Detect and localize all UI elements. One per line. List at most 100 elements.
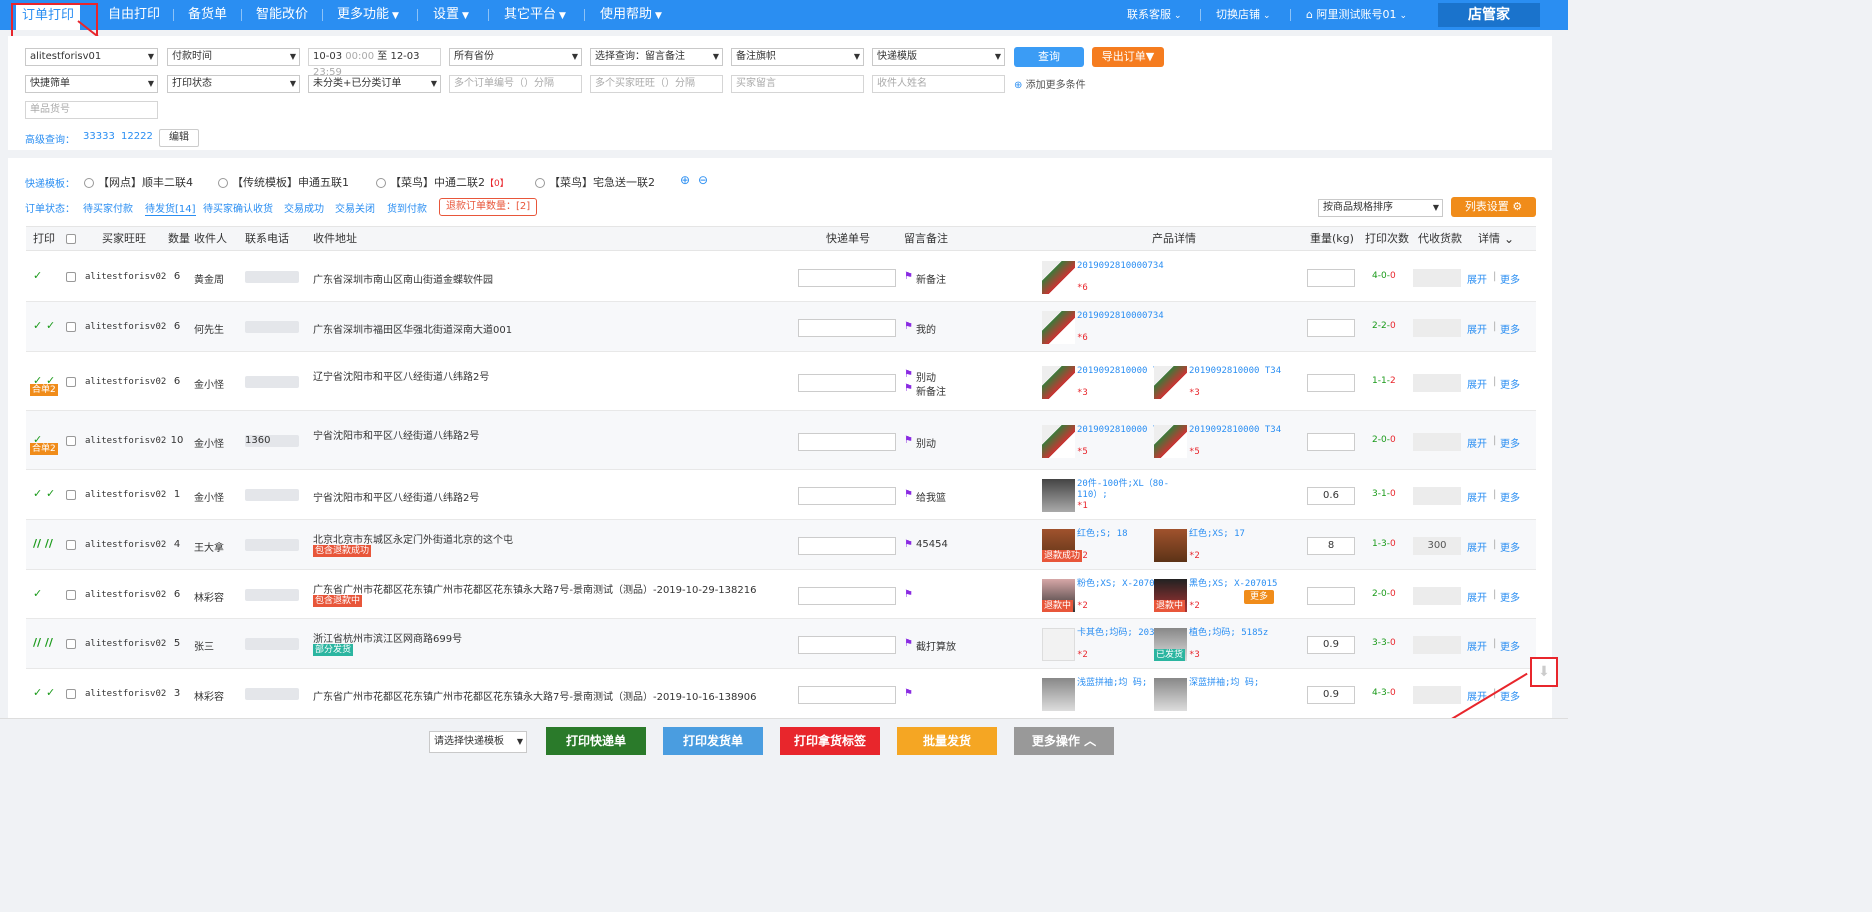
more-products-button[interactable]: 更多 xyxy=(1244,590,1275,604)
tab-more-functions[interactable]: 更多功能 ▼ xyxy=(337,0,399,30)
template-option[interactable]: 【网点】顺丰二联4 xyxy=(84,174,193,190)
express-number-input[interactable] xyxy=(798,374,896,392)
add-template-icon[interactable]: ⊕ xyxy=(680,173,690,187)
more-link[interactable]: 更多 xyxy=(1500,539,1520,554)
template-select[interactable]: 请选择快递模板 ▼ xyxy=(429,731,527,753)
product-spec[interactable]: 植色;均码; 5185z xyxy=(1189,628,1299,639)
weight-input[interactable] xyxy=(1307,269,1355,287)
product-spec[interactable]: 2019092810000 T34 xyxy=(1189,366,1299,377)
weight-input[interactable]: 0.9 xyxy=(1307,636,1355,654)
row-checkbox[interactable] xyxy=(66,272,76,282)
category-select[interactable]: 未分类+已分类订单 ▼ xyxy=(308,75,441,93)
template-option[interactable]: 【菜鸟】中通二联2【0】 xyxy=(376,174,509,190)
account-menu[interactable]: ⌂ 阿里测试账号01 ⌄ xyxy=(1306,0,1407,30)
more-link[interactable]: 更多 xyxy=(1500,489,1520,504)
status-tab[interactable]: 交易关闭 xyxy=(335,200,375,215)
tab-smart-price[interactable]: 智能改价 xyxy=(256,0,308,30)
weight-input[interactable]: 0.9 xyxy=(1307,686,1355,704)
scroll-down-icon[interactable]: ⬇ xyxy=(1530,657,1558,687)
weight-input[interactable] xyxy=(1307,587,1355,605)
product-thumbnail[interactable] xyxy=(1154,425,1187,458)
expand-link[interactable]: 展开 xyxy=(1467,589,1487,604)
more-link[interactable]: 更多 xyxy=(1500,589,1520,604)
edit-button[interactable]: 编辑 xyxy=(159,129,199,147)
expand-link[interactable]: 展开 xyxy=(1467,539,1487,554)
product-thumbnail[interactable] xyxy=(1042,261,1075,294)
template-option[interactable]: 【传统模板】申通五联1 xyxy=(218,174,349,190)
product-spec[interactable]: 20件-100件;XL（80-110）; xyxy=(1077,479,1187,501)
flag-icon[interactable]: ⚑ xyxy=(904,369,913,380)
flag-icon[interactable]: ⚑ xyxy=(904,435,913,446)
sku-number-input[interactable]: 单品货号 xyxy=(25,101,158,119)
express-number-input[interactable] xyxy=(798,587,896,605)
flag-icon[interactable]: ⚑ xyxy=(904,321,913,332)
time-type-select[interactable]: 付款时间 ▼ xyxy=(167,48,300,66)
flag-icon[interactable]: ⚑ xyxy=(904,539,913,550)
product-spec[interactable]: 深蓝拼袖;均 码; xyxy=(1189,678,1299,689)
flag-icon[interactable]: ⚑ xyxy=(904,383,913,394)
weight-input[interactable] xyxy=(1307,319,1355,337)
product-thumbnail[interactable] xyxy=(1042,678,1075,711)
product-thumbnail[interactable] xyxy=(1042,479,1075,512)
express-template-select[interactable]: 快递模版 ▼ xyxy=(872,48,1005,66)
row-checkbox[interactable] xyxy=(66,490,76,500)
batch-ship-button[interactable]: 批量发货 xyxy=(897,727,997,755)
query-type-select[interactable]: 选择查询：留言备注 ▼ xyxy=(590,48,723,66)
status-tab[interactable]: 待买家付款 xyxy=(83,200,133,215)
status-tab-active[interactable]: 待发货[14] xyxy=(145,200,196,216)
switch-store-link[interactable]: 切换店铺 ⌄ xyxy=(1216,0,1271,30)
advanced-query-item[interactable]: 33333 xyxy=(83,131,115,142)
tab-stock-list[interactable]: 备货单 xyxy=(188,0,227,30)
express-number-input[interactable] xyxy=(798,269,896,287)
product-spec[interactable]: 2019092810000 T34 xyxy=(1189,425,1299,436)
product-thumbnail[interactable] xyxy=(1042,425,1075,458)
tab-settings[interactable]: 设置 ▼ xyxy=(433,0,469,30)
buyer-wangwang-input[interactable]: 多个买家旺旺（）分隔 xyxy=(590,75,723,93)
expand-link[interactable]: 展开 xyxy=(1467,435,1487,450)
print-status-select[interactable]: 打印状态 ▼ xyxy=(167,75,300,93)
template-option[interactable]: 【菜鸟】宅急送一联2 xyxy=(535,174,655,190)
more-actions-button[interactable]: 更多操作 ︿ xyxy=(1014,727,1114,755)
more-link[interactable]: 更多 xyxy=(1500,688,1520,703)
row-checkbox[interactable] xyxy=(66,322,76,332)
expand-link[interactable]: 展开 xyxy=(1467,688,1487,703)
expand-link[interactable]: 展开 xyxy=(1467,321,1487,336)
status-tab[interactable]: 待买家确认收货 xyxy=(203,200,273,215)
more-link[interactable]: 更多 xyxy=(1500,271,1520,286)
product-thumbnail[interactable] xyxy=(1042,366,1075,399)
product-spec[interactable]: 黑色;XS; X-207015 xyxy=(1189,579,1299,590)
more-link[interactable]: 更多 xyxy=(1500,321,1520,336)
flag-icon[interactable]: ⚑ xyxy=(904,271,913,282)
chevron-down-icon[interactable]: ⌄ xyxy=(1504,227,1514,251)
expand-link[interactable]: 展开 xyxy=(1467,638,1487,653)
print-invoice-button[interactable]: 打印发货单 xyxy=(663,727,763,755)
express-number-input[interactable] xyxy=(798,433,896,451)
refund-count-badge[interactable]: 退款订单数量：[2] xyxy=(439,198,538,216)
flag-icon[interactable]: ⚑ xyxy=(904,589,913,600)
product-thumbnail[interactable] xyxy=(1042,628,1075,661)
product-thumbnail[interactable] xyxy=(1154,366,1187,399)
advanced-query-item[interactable]: 12222 xyxy=(121,131,153,142)
tab-help[interactable]: 使用帮助 ▼ xyxy=(600,0,662,30)
product-thumbnail[interactable] xyxy=(1042,311,1075,344)
status-tab[interactable]: 货到付款 xyxy=(387,200,427,215)
weight-input[interactable]: 0.6 xyxy=(1307,487,1355,505)
add-more-conditions-link[interactable]: ⊕ 添加更多条件 xyxy=(1014,76,1086,91)
product-thumbnail[interactable] xyxy=(1154,678,1187,711)
row-checkbox[interactable] xyxy=(66,540,76,550)
expand-link[interactable]: 展开 xyxy=(1467,489,1487,504)
express-number-input[interactable] xyxy=(798,487,896,505)
list-settings-button[interactable]: 列表设置 ⚙ xyxy=(1451,197,1536,217)
flag-icon[interactable]: ⚑ xyxy=(904,489,913,500)
weight-input[interactable] xyxy=(1307,433,1355,451)
more-link[interactable]: 更多 xyxy=(1500,638,1520,653)
product-spec[interactable]: 2019092810000734 xyxy=(1077,261,1187,272)
weight-input[interactable]: 8 xyxy=(1307,537,1355,555)
remove-template-icon[interactable]: ⊖ xyxy=(698,173,708,187)
date-range-input[interactable]: 10-03 00:00 至 12-03 23:59 xyxy=(308,48,441,78)
province-select[interactable]: 所有省份 ▼ xyxy=(449,48,582,66)
print-express-button[interactable]: 打印快递单 xyxy=(546,727,646,755)
expand-link[interactable]: 展开 xyxy=(1467,271,1487,286)
contact-support-link[interactable]: 联系客服 ⌄ xyxy=(1127,0,1182,30)
search-button[interactable]: 查询 xyxy=(1014,47,1084,67)
